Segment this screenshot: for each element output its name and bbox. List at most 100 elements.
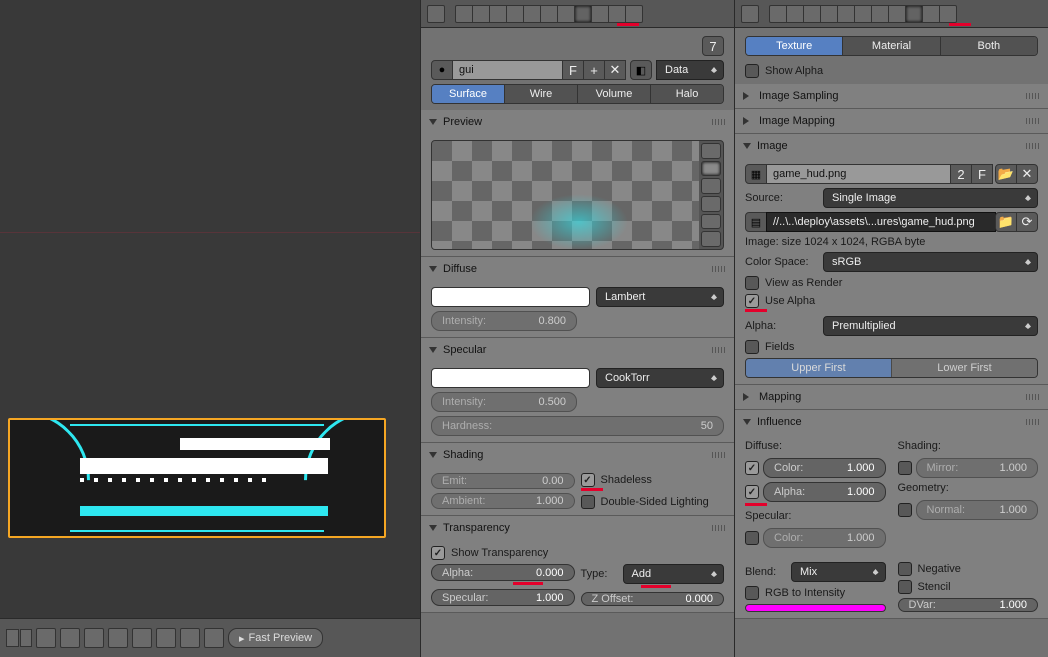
tab-material-icon[interactable] xyxy=(574,5,592,23)
negative-checkbox[interactable]: Negative xyxy=(898,562,1039,576)
tab-scene-icon[interactable] xyxy=(472,5,490,23)
shadeless-checkbox[interactable]: Shadeless xyxy=(581,473,725,487)
preview-hair-icon[interactable] xyxy=(701,214,721,230)
add-menu-icon[interactable] xyxy=(108,628,128,648)
diffuse-intensity[interactable]: Intensity:0.800 xyxy=(431,311,577,331)
tab-data-icon[interactable] xyxy=(557,5,575,23)
panel-preview-header[interactable]: Preview xyxy=(421,110,734,134)
tab-constraints-icon[interactable] xyxy=(523,5,541,23)
camera-icon[interactable] xyxy=(180,628,200,648)
tab-texture-icon[interactable] xyxy=(905,5,923,23)
tab-physics-icon[interactable] xyxy=(939,5,957,23)
preview-image[interactable] xyxy=(432,141,699,249)
influence-spec-color-checkbox[interactable] xyxy=(745,531,759,545)
double-sided-checkbox[interactable]: Double-Sided Lighting xyxy=(581,495,725,509)
preview-flat-icon[interactable] xyxy=(701,143,721,159)
fast-preview-button[interactable]: ▸ Fast Preview xyxy=(228,628,323,648)
editor-type-icon[interactable] xyxy=(427,5,445,23)
unlink-image-icon[interactable]: ✕ xyxy=(1016,164,1038,184)
unlink-button[interactable]: ✕ xyxy=(604,60,626,80)
tab-material[interactable]: Material xyxy=(842,37,939,55)
blend-dropdown[interactable]: Mix xyxy=(791,562,886,582)
panel-specular-header[interactable]: Specular xyxy=(421,338,734,362)
diffuse-color[interactable] xyxy=(431,287,590,307)
image-path-field[interactable]: //..\..\deploy\assets\...ures\game_hud.p… xyxy=(766,212,996,232)
image-source-dropdown[interactable]: Single Image xyxy=(823,188,1038,208)
emit-value[interactable]: Emit:0.00 xyxy=(431,473,575,489)
link-dropdown[interactable]: Data xyxy=(656,60,724,80)
tab-material-icon[interactable] xyxy=(888,5,906,23)
viewport-canvas[interactable] xyxy=(0,0,420,618)
tab-particles-icon[interactable] xyxy=(608,5,626,23)
influence-color-swatch[interactable] xyxy=(745,604,886,612)
preview-world-icon[interactable] xyxy=(701,231,721,247)
preview-sphere-icon[interactable] xyxy=(701,161,721,177)
tab-data-icon[interactable] xyxy=(871,5,889,23)
open-image-icon[interactable]: 📂 xyxy=(995,164,1017,184)
panel-transparency-header[interactable]: Transparency xyxy=(421,516,734,540)
panel-shading-header[interactable]: Shading xyxy=(421,443,734,467)
use-alpha-checkbox[interactable]: Use Alpha xyxy=(745,294,1038,308)
specular-hardness[interactable]: Hardness:50 xyxy=(431,416,724,436)
lower-first-button[interactable]: Lower First xyxy=(891,359,1037,377)
transparency-zoffset[interactable]: Z Offset:0.000 xyxy=(581,592,725,606)
tab-both[interactable]: Both xyxy=(940,37,1037,55)
tab-modifiers-icon[interactable] xyxy=(540,5,558,23)
tab-scene-icon[interactable] xyxy=(786,5,804,23)
tab-texture[interactable]: Texture xyxy=(746,37,842,55)
tab-physics-icon[interactable] xyxy=(625,5,643,23)
tab-world-icon[interactable] xyxy=(803,5,821,23)
browse-file-icon[interactable]: 📁 xyxy=(995,212,1017,232)
pin-num[interactable]: 7 xyxy=(702,36,724,56)
render-icon[interactable] xyxy=(204,628,224,648)
fields-checkbox[interactable]: Fields xyxy=(745,340,1038,354)
tab-texture-icon[interactable] xyxy=(591,5,609,23)
colorspace-dropdown[interactable]: sRGB xyxy=(823,252,1038,272)
show-alpha-checkbox[interactable]: Show Alpha xyxy=(745,64,1038,78)
influence-spec-color[interactable]: Color:1.000 xyxy=(763,528,886,548)
influence-color[interactable]: Color:1.000 xyxy=(763,458,886,478)
stencil-checkbox[interactable]: Stencil xyxy=(898,580,1039,594)
transparency-specular[interactable]: Specular:1.000 xyxy=(431,589,575,606)
editor-type-icon[interactable] xyxy=(741,5,759,23)
preview-monkey-icon[interactable] xyxy=(701,196,721,212)
diffuse-shader-dropdown[interactable]: Lambert xyxy=(596,287,724,307)
transparency-alpha[interactable]: Alpha:0.000 xyxy=(431,564,575,581)
panel-image-mapping-header[interactable]: Image Mapping xyxy=(735,109,1048,133)
tab-particles-icon[interactable] xyxy=(922,5,940,23)
panel-image-sampling-header[interactable]: Image Sampling xyxy=(735,84,1048,108)
influence-mirror[interactable]: Mirror:1.000 xyxy=(916,458,1039,478)
material-browse-icon[interactable]: ● xyxy=(431,60,453,80)
tab-volume[interactable]: Volume xyxy=(577,85,650,103)
tab-modifiers-icon[interactable] xyxy=(854,5,872,23)
image-users[interactable]: 2 xyxy=(950,164,972,184)
fake-user-button[interactable]: F xyxy=(971,164,993,184)
upper-first-button[interactable]: Upper First xyxy=(746,359,891,377)
influence-alpha[interactable]: Alpha:1.000 xyxy=(763,482,886,502)
panel-image-header[interactable]: Image xyxy=(735,134,1048,158)
influence-mirror-checkbox[interactable] xyxy=(898,461,912,475)
panel-diffuse-header[interactable]: Diffuse xyxy=(421,257,734,281)
fake-user-button[interactable]: F xyxy=(562,60,584,80)
image-name-field[interactable]: game_hud.png xyxy=(766,164,951,184)
new-button[interactable]: + xyxy=(583,60,605,80)
rgb-to-intensity-checkbox[interactable]: RGB to Intensity xyxy=(745,586,886,600)
tab-render-icon[interactable] xyxy=(455,5,473,23)
specular-color[interactable] xyxy=(431,368,590,388)
specular-intensity[interactable]: Intensity:0.500 xyxy=(431,392,577,412)
influence-color-checkbox[interactable] xyxy=(745,461,759,475)
3d-viewport[interactable]: ▸ Fast Preview xyxy=(0,0,420,657)
preview-cube-icon[interactable] xyxy=(701,178,721,194)
view-as-render-checkbox[interactable]: View as Render xyxy=(745,276,1038,290)
dvar-value[interactable]: DVar:1.000 xyxy=(898,598,1039,612)
influence-normal[interactable]: Normal:1.000 xyxy=(916,500,1039,520)
tab-halo[interactable]: Halo xyxy=(650,85,723,103)
transparency-type-dropdown[interactable]: Add xyxy=(623,564,725,584)
tab-render-icon[interactable] xyxy=(769,5,787,23)
tab-object-icon[interactable] xyxy=(820,5,838,23)
tab-constraints-icon[interactable] xyxy=(837,5,855,23)
selected-object[interactable] xyxy=(8,418,386,538)
material-name-field[interactable]: gui xyxy=(452,60,563,80)
reload-icon[interactable]: ⟳ xyxy=(1016,212,1038,232)
editor-type-icon[interactable] xyxy=(36,628,56,648)
